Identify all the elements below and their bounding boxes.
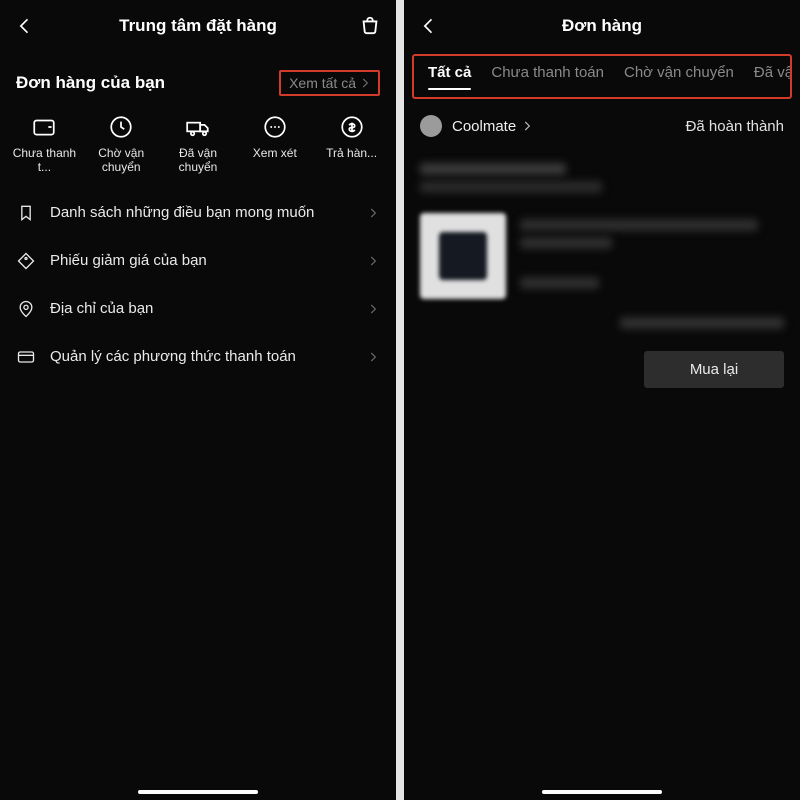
menu-address[interactable]: Địa chỉ của bạn xyxy=(0,285,396,333)
menu-label: Danh sách những điều bạn mong muốn xyxy=(50,204,352,221)
chevron-right-icon xyxy=(358,76,372,90)
home-indicator[interactable] xyxy=(542,790,662,794)
order-status-row: Chưa thanh t... Chờ vận chuyển Đã vận ch… xyxy=(0,106,396,189)
product-info xyxy=(520,213,784,295)
refund-icon xyxy=(339,114,365,140)
see-all-link[interactable]: Xem tất cả xyxy=(289,75,372,91)
tab-awaiting-ship[interactable]: Chờ vận chuyển xyxy=(624,64,734,89)
chevron-right-icon xyxy=(520,119,534,133)
coupon-icon xyxy=(16,251,36,271)
order-status-text: Đã hoàn thành xyxy=(686,118,784,135)
location-icon xyxy=(16,299,36,319)
menu-label: Quản lý các phương thức thanh toán xyxy=(50,348,352,365)
cart-icon[interactable] xyxy=(358,14,382,38)
see-all-label: Xem tất cả xyxy=(289,75,356,91)
phone-left: Trung tâm đặt hàng Đơn hàng của bạn Xem … xyxy=(0,0,396,800)
menu-list: Danh sách những điều bạn mong muốn Phiếu… xyxy=(0,189,396,381)
menu-label: Phiếu giảm giá của bạn xyxy=(50,252,352,269)
status-label: Chưa thanh t... xyxy=(6,146,83,175)
chevron-right-icon xyxy=(366,350,380,364)
chevron-right-icon xyxy=(366,302,380,316)
shop-name: Coolmate xyxy=(452,118,534,135)
bookmark-icon xyxy=(16,203,36,223)
tab-all[interactable]: Tất cả xyxy=(428,64,471,89)
menu-label: Địa chỉ của bạn xyxy=(50,300,352,317)
back-button[interactable] xyxy=(14,15,36,37)
status-label: Đã vận chuyển xyxy=(160,146,237,175)
product-thumbnail xyxy=(420,213,506,299)
card-icon xyxy=(16,347,36,367)
phone-right: Đơn hàng Tất cả Chưa thanh toán Chờ vận … xyxy=(404,0,800,800)
header: Trung tâm đặt hàng xyxy=(0,0,396,52)
price-area xyxy=(404,309,800,347)
status-label: Trả hàn... xyxy=(326,146,377,160)
order-product-row[interactable] xyxy=(404,205,800,309)
menu-payment[interactable]: Quản lý các phương thức thanh toán xyxy=(0,333,396,381)
status-label: Xem xét xyxy=(253,146,297,160)
order-tabs: Tất cả Chưa thanh toán Chờ vận chuyển Đã… xyxy=(414,56,790,97)
chevron-right-icon xyxy=(366,254,380,268)
status-awaiting-ship[interactable]: Chờ vận chuyển xyxy=(83,114,160,175)
wallet-icon xyxy=(31,114,57,140)
shop-avatar xyxy=(420,115,442,137)
tab-unpaid[interactable]: Chưa thanh toán xyxy=(491,64,604,89)
blurred-content xyxy=(404,147,800,205)
status-return[interactable]: Trả hàn... xyxy=(313,114,390,175)
highlight-see-all: Xem tất cả xyxy=(279,70,380,96)
back-button[interactable] xyxy=(418,15,440,37)
buy-again-button[interactable]: Mua lại xyxy=(644,351,784,388)
header: Đơn hàng xyxy=(404,0,800,52)
status-review[interactable]: Xem xét xyxy=(236,114,313,175)
page-title: Trung tâm đặt hàng xyxy=(0,16,396,36)
highlight-tabs: Tất cả Chưa thanh toán Chờ vận chuyển Đã… xyxy=(412,54,792,99)
clock-icon xyxy=(108,114,134,140)
tab-shipped[interactable]: Đã vậ xyxy=(754,64,790,89)
menu-coupons[interactable]: Phiếu giảm giá của bạn xyxy=(0,237,396,285)
shop-name-label: Coolmate xyxy=(452,118,516,135)
home-indicator[interactable] xyxy=(138,790,258,794)
status-label: Chờ vận chuyển xyxy=(83,146,160,175)
shop-row[interactable]: Coolmate Đã hoàn thành xyxy=(404,105,800,147)
page-title: Đơn hàng xyxy=(404,16,800,36)
orders-heading: Đơn hàng của bạn xyxy=(16,73,165,93)
status-shipped[interactable]: Đã vận chuyển xyxy=(160,114,237,175)
chevron-right-icon xyxy=(366,206,380,220)
menu-wishlist[interactable]: Danh sách những điều bạn mong muốn xyxy=(0,189,396,237)
status-unpaid[interactable]: Chưa thanh t... xyxy=(6,114,83,175)
review-icon xyxy=(262,114,288,140)
orders-section-head: Đơn hàng của bạn Xem tất cả xyxy=(0,52,396,106)
truck-icon xyxy=(185,114,211,140)
